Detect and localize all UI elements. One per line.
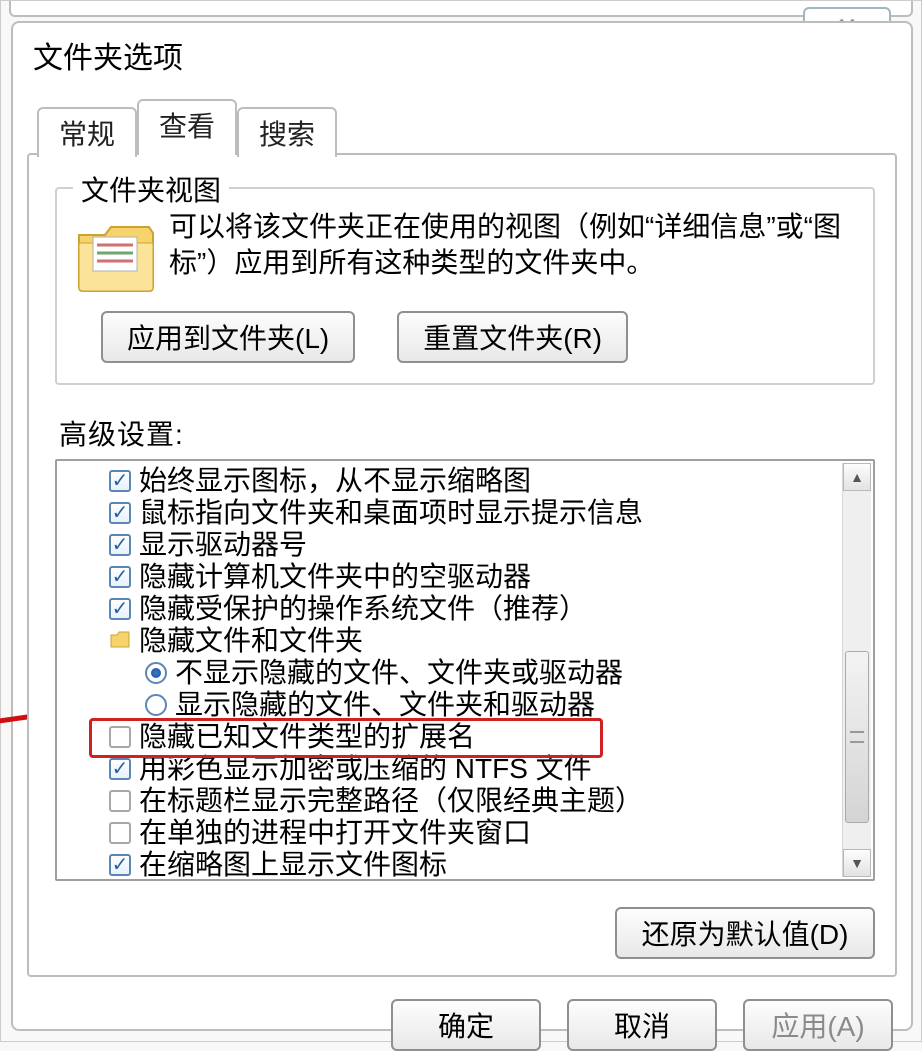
window-frame: ✕ 文件夹选项 常规 查看 搜索 文件夹视图	[0, 0, 922, 1042]
advanced-settings-list[interactable]: ✓ 始终显示图标，从不显示缩略图 ✓ 鼠标指向文件夹和桌面项时显示提示信息 ✓ 显示驱动器…	[55, 459, 875, 881]
folder-icon	[75, 217, 157, 295]
scroll-up-button[interactable]: ▲	[843, 463, 871, 491]
setting-row[interactable]: 在单独的进程中打开文件夹窗口	[67, 817, 839, 849]
setting-row[interactable]: 不显示隐藏的文件、文件夹或驱动器	[67, 657, 839, 689]
setting-row[interactable]: ✓ 隐藏受保护的操作系统文件（推荐）	[67, 593, 839, 625]
restore-defaults-button[interactable]: 还原为默认值(D)	[615, 907, 875, 959]
setting-row[interactable]: 显示隐藏的文件、文件夹和驱动器	[67, 689, 839, 721]
apply-to-folders-button[interactable]: 应用到文件夹(L)	[101, 311, 355, 363]
setting-label: 不显示隐藏的文件、文件夹或驱动器	[175, 657, 623, 689]
dialog-title: 文件夹选项	[33, 33, 897, 77]
checkbox-checked-icon[interactable]: ✓	[109, 758, 131, 780]
radio-checked-icon[interactable]	[145, 662, 167, 684]
scrollbar[interactable]: ▲ ▼	[842, 463, 871, 877]
setting-row[interactable]: ✓ 用彩色显示加密或压缩的 NTFS 文件	[67, 753, 839, 785]
scroll-track[interactable]	[843, 491, 871, 849]
tab-panel-view: 文件夹视图 可以将该文件夹正在使用的视图（例如“详细信息”或“图标”）应用到所有…	[27, 153, 897, 977]
reset-folders-button[interactable]: 重置文件夹(R)	[397, 311, 628, 363]
checkbox-checked-icon[interactable]: ✓	[109, 502, 131, 524]
groupbox-legend: 文件夹视图	[73, 169, 229, 209]
folder-options-dialog: 文件夹选项 常规 查看 搜索 文件夹视图 可以将该文件夹正在	[11, 21, 913, 1031]
setting-row[interactable]: ✓ 鼠标指向文件夹和桌面项时显示提示信息	[67, 497, 839, 529]
setting-row[interactable]: ✓ 隐藏计算机文件夹中的空驱动器	[67, 561, 839, 593]
checkbox-checked-icon[interactable]: ✓	[109, 470, 131, 492]
setting-label: 隐藏文件和文件夹	[139, 625, 363, 657]
setting-row[interactable]: 隐藏已知文件类型的扩展名	[67, 721, 839, 753]
folder-view-groupbox: 文件夹视图 可以将该文件夹正在使用的视图（例如“详细信息”或“图标”）应用到所有…	[55, 187, 875, 385]
setting-label: 在标题栏显示完整路径（仅限经典主题）	[139, 785, 643, 817]
checkbox-unchecked-icon[interactable]	[109, 790, 131, 812]
checkbox-checked-icon[interactable]: ✓	[109, 598, 131, 620]
setting-label: 始终显示图标，从不显示缩略图	[139, 465, 531, 497]
setting-label: 用彩色显示加密或压缩的 NTFS 文件	[139, 753, 592, 785]
checkbox-checked-icon[interactable]: ✓	[109, 854, 131, 876]
scroll-down-button[interactable]: ▼	[843, 849, 871, 877]
tab-row: 常规 查看 搜索	[37, 99, 897, 155]
checkbox-unchecked-icon[interactable]	[109, 822, 131, 844]
setting-label: 在单独的进程中打开文件夹窗口	[139, 817, 531, 849]
tab-search[interactable]: 搜索	[237, 107, 337, 157]
setting-label: 鼠标指向文件夹和桌面项时显示提示信息	[139, 497, 643, 529]
setting-row[interactable]: ✓ 显示驱动器号	[67, 529, 839, 561]
advanced-settings-label: 高级设置:	[59, 413, 875, 453]
groupbox-description: 可以将该文件夹正在使用的视图（例如“详细信息”或“图标”）应用到所有这种类型的文…	[169, 209, 855, 295]
setting-label: 隐藏受保护的操作系统文件（推荐）	[139, 593, 587, 625]
apply-button[interactable]: 应用(A)	[743, 999, 893, 1051]
checkbox-checked-icon[interactable]: ✓	[109, 566, 131, 588]
setting-row[interactable]: ✓ 在缩略图上显示文件图标	[67, 849, 839, 879]
setting-label: 在缩略图上显示文件图标	[139, 849, 447, 879]
checkbox-unchecked-icon[interactable]	[109, 726, 131, 748]
setting-label: 隐藏已知文件类型的扩展名	[139, 721, 475, 753]
scroll-thumb[interactable]	[845, 651, 869, 823]
parent-window-edge	[9, 1, 913, 17]
setting-row[interactable]: 在标题栏显示完整路径（仅限经典主题）	[67, 785, 839, 817]
setting-label: 显示驱动器号	[139, 529, 307, 561]
dialog-footer: 确定 取消 应用(A)	[27, 999, 897, 1051]
folder-small-icon	[109, 625, 131, 657]
setting-row[interactable]: ✓ 始终显示图标，从不显示缩略图	[67, 465, 839, 497]
checkbox-checked-icon[interactable]: ✓	[109, 534, 131, 556]
tab-view[interactable]: 查看	[137, 99, 237, 155]
cancel-button[interactable]: 取消	[567, 999, 717, 1051]
radio-unchecked-icon[interactable]	[145, 694, 167, 716]
setting-label: 显示隐藏的文件、文件夹和驱动器	[175, 689, 595, 721]
setting-row: 隐藏文件和文件夹	[67, 625, 839, 657]
setting-label: 隐藏计算机文件夹中的空驱动器	[139, 561, 531, 593]
ok-button[interactable]: 确定	[391, 999, 541, 1051]
tab-general[interactable]: 常规	[37, 107, 137, 157]
